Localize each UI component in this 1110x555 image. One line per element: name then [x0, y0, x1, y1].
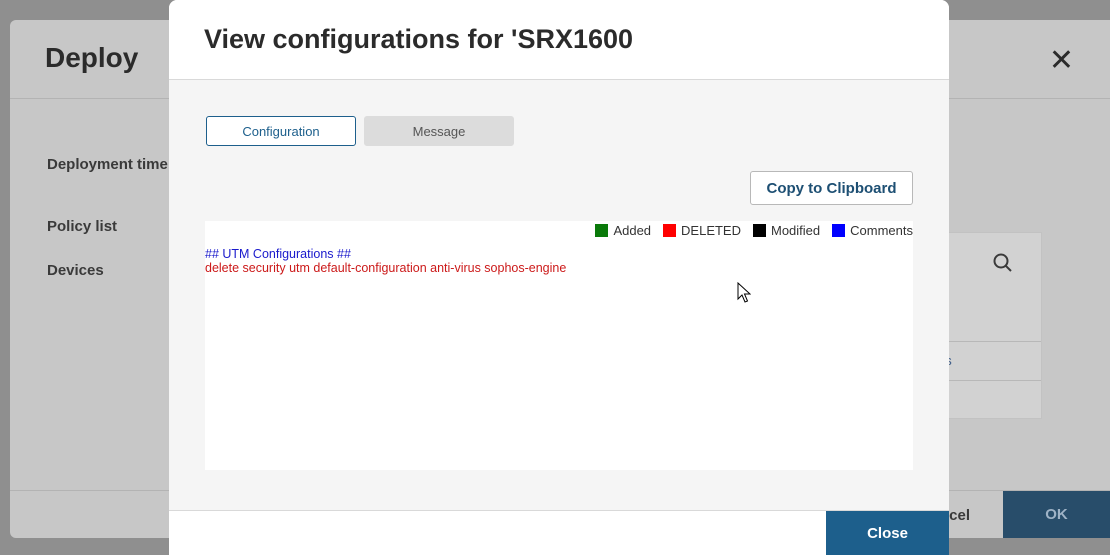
deleted-swatch — [663, 223, 677, 237]
modal-title: View configurations for 'SRX1600 — [204, 24, 634, 54]
legend-item-modified: Modified — [753, 223, 820, 238]
deploy-title: Deploy — [45, 42, 139, 73]
close-button[interactable]: Close — [826, 511, 949, 555]
config-line-comment: ## UTM Configurations ## — [205, 247, 351, 261]
configuration-viewer: Added DELETED Modified Comments ## UTM C… — [205, 221, 913, 470]
search-icon[interactable] — [992, 252, 1014, 280]
legend-label: DELETED — [681, 222, 741, 238]
deployment-time-label: Deployment time — [47, 156, 168, 173]
comments-swatch — [832, 223, 846, 237]
legend: Added DELETED Modified Comments — [583, 221, 913, 239]
added-swatch — [595, 223, 609, 237]
devices-label: Devices — [47, 262, 104, 279]
policy-list-label: Policy list — [47, 218, 118, 235]
legend-item-comments: Comments — [832, 223, 913, 238]
ok-button[interactable]: OK — [1003, 491, 1110, 538]
view-configurations-modal: View configurations for 'SRX1600 Configu… — [169, 0, 949, 555]
config-line-deleted: delete security utm default-configuratio… — [205, 261, 567, 275]
legend-label: Modified — [771, 222, 821, 238]
mouse-pointer-icon — [737, 281, 752, 309]
legend-label: Added — [613, 222, 652, 238]
close-icon[interactable]: ✕ — [1049, 46, 1074, 76]
tab-message[interactable]: Message — [364, 116, 514, 146]
legend-item-added: Added — [595, 223, 651, 238]
copy-to-clipboard-button[interactable]: Copy to Clipboard — [750, 171, 913, 205]
modal-header: View configurations for 'SRX1600 — [169, 0, 949, 80]
modal-footer: Close — [169, 510, 949, 555]
legend-item-deleted: DELETED — [663, 223, 741, 238]
modified-swatch — [753, 223, 766, 237]
config-text: ## UTM Configurations ## delete security… — [205, 247, 566, 275]
legend-label: Comments — [850, 222, 913, 238]
tab-configuration[interactable]: Configuration — [206, 116, 356, 146]
